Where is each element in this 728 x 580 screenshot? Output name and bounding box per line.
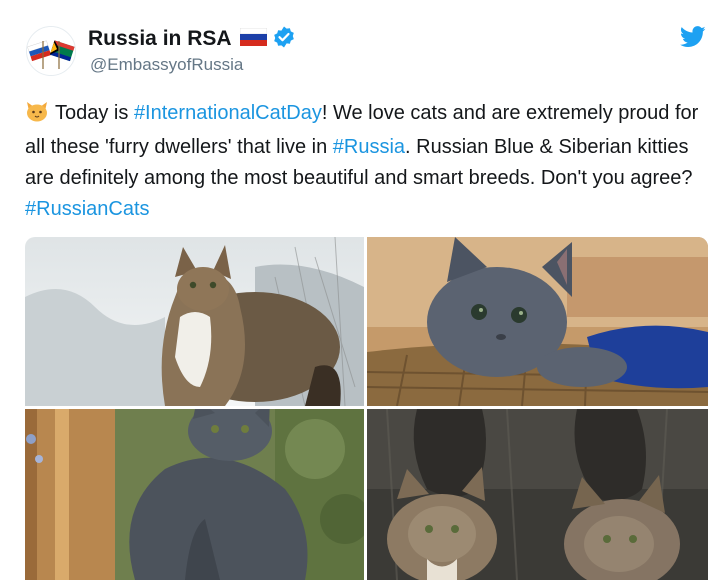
photo-russian-blue-kitten[interactable] bbox=[367, 237, 708, 406]
cat-face-emoji-icon bbox=[25, 100, 49, 132]
hashtag-link[interactable]: #Russia bbox=[333, 136, 405, 158]
photo-russian-blue-sitting[interactable] bbox=[25, 409, 364, 580]
author-handle[interactable]: @EmbassyofRussia bbox=[90, 55, 243, 75]
author-name-row: Russia in RSA bbox=[88, 26, 296, 52]
verified-badge-icon bbox=[272, 25, 296, 54]
hashtag-link[interactable]: #RussianCats bbox=[25, 198, 150, 220]
russia-flag-icon bbox=[239, 27, 267, 51]
photo-grid bbox=[25, 237, 708, 580]
tweet-text: Today is #InternationalCatDay! We love c… bbox=[25, 98, 715, 225]
tweet-text-part: Today is bbox=[55, 102, 134, 124]
avatar[interactable] bbox=[26, 26, 76, 76]
photo-two-siberian-cats[interactable] bbox=[367, 409, 708, 580]
twitter-bird-icon[interactable] bbox=[680, 26, 706, 53]
hashtag-link[interactable]: #InternationalCatDay bbox=[134, 102, 322, 124]
russia-south-africa-flags-icon bbox=[27, 27, 75, 75]
display-name[interactable]: Russia in RSA bbox=[88, 27, 232, 51]
photo-siberian-cat-snow[interactable] bbox=[25, 237, 364, 406]
